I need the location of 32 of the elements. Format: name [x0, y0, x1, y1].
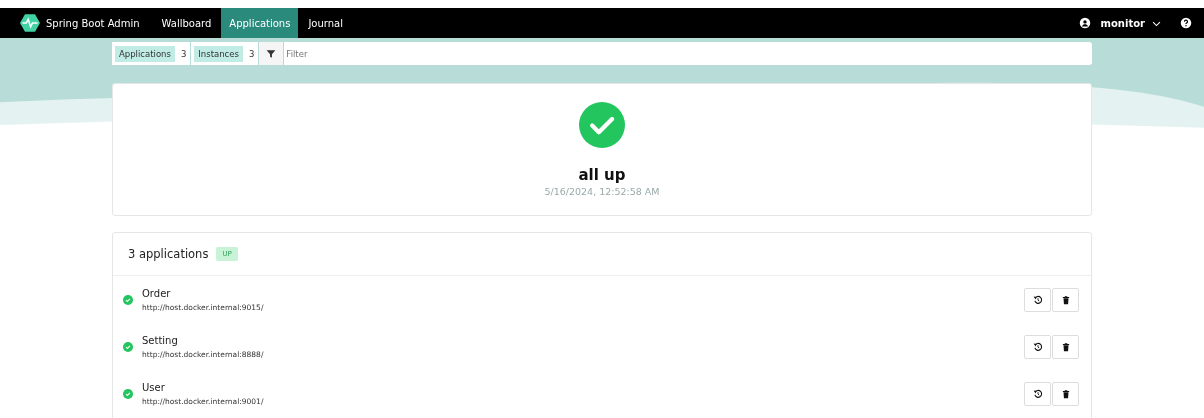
- status-timestamp: 5/16/2024, 12:52:58 AM: [544, 186, 660, 197]
- help-icon[interactable]: [1180, 17, 1192, 29]
- restart-button[interactable]: [1024, 334, 1051, 359]
- restart-button[interactable]: [1024, 287, 1051, 312]
- counter-value: 3: [248, 48, 255, 59]
- history-icon: [1032, 294, 1043, 305]
- status-title: all up: [578, 166, 626, 184]
- nav-tab[interactable]: Applications: [221, 8, 299, 38]
- nav-tab[interactable]: Journal: [300, 8, 351, 38]
- counter-value: 3: [180, 48, 187, 59]
- logo-icon: [20, 13, 40, 33]
- application-name: Setting: [142, 334, 179, 346]
- trash-icon: [1060, 341, 1071, 352]
- user-menu[interactable]: monitor: [1100, 17, 1162, 29]
- application-name: User: [142, 381, 166, 393]
- delete-button[interactable]: [1052, 287, 1079, 312]
- restart-button[interactable]: [1024, 381, 1051, 406]
- filter-field[interactable]: Filter: [284, 42, 1092, 65]
- counter-label: Instances: [194, 45, 243, 62]
- delete-button[interactable]: [1052, 381, 1079, 406]
- applications-title: 3 applications: [128, 247, 209, 261]
- delete-button[interactable]: [1052, 334, 1079, 359]
- nav-tab[interactable]: Wallboard: [153, 8, 220, 38]
- trash-icon: [1060, 294, 1071, 305]
- trash-icon: [1060, 388, 1071, 399]
- history-icon: [1032, 341, 1043, 352]
- brand-link[interactable]: Spring Boot Admin: [20, 13, 140, 33]
- filter-icon: [266, 48, 277, 59]
- history-icon: [1032, 388, 1043, 399]
- application-name: Order: [142, 287, 172, 299]
- user-icon: [1078, 17, 1091, 29]
- counter-label: Applications: [115, 45, 175, 62]
